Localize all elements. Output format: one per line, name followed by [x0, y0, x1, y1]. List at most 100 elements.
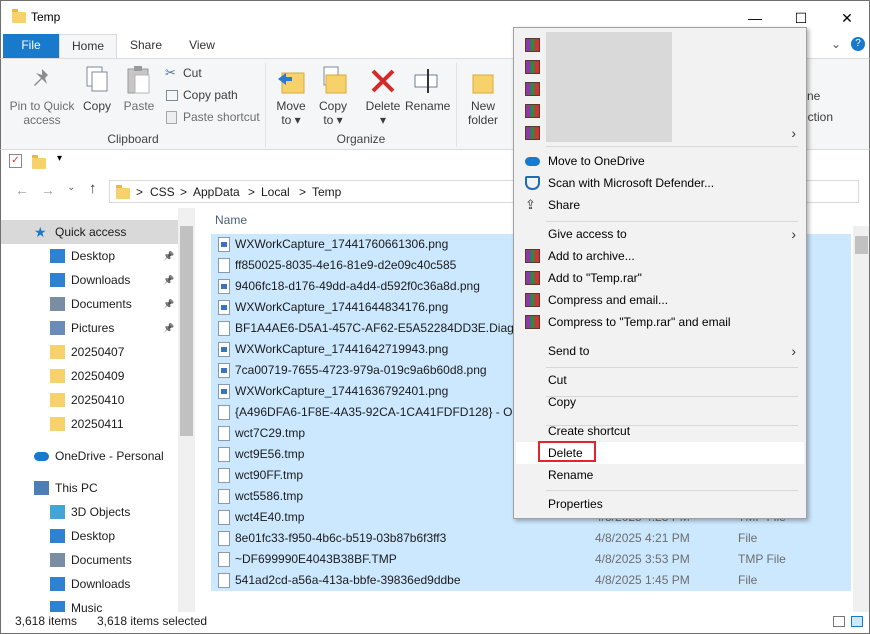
tab-share[interactable]: Share [121, 34, 171, 58]
nav-item[interactable]: 3D Objects [1, 500, 178, 524]
pin-label-2: access [23, 113, 61, 127]
nav-item[interactable]: This PC [1, 476, 178, 500]
tab-file[interactable]: File [3, 34, 59, 58]
tab-home[interactable]: Home [59, 34, 117, 59]
redacted-menu-item[interactable] [516, 100, 804, 122]
nav-item[interactable]: Downloads [1, 572, 178, 596]
menu-item-share[interactable]: ⇪ Share [516, 194, 804, 216]
nav-item[interactable]: Desktop 📌 [1, 244, 178, 268]
nav-item[interactable]: Documents [1, 548, 178, 572]
nav-item-label: Documents [71, 297, 132, 311]
properties-icon[interactable]: ✓ [9, 154, 22, 168]
menu-item-copy[interactable]: Copy [516, 391, 804, 413]
folder-icon [116, 185, 130, 199]
nav-item[interactable]: OneDrive - Personal [1, 444, 178, 468]
menu-item-label: Move to OneDrive [548, 154, 645, 168]
breadcrumb-appdata[interactable]: AppData [193, 185, 240, 199]
image-file-icon [218, 237, 230, 252]
copy-to-button[interactable]: Copy to ▾ [313, 63, 353, 133]
pc-icon [34, 481, 49, 495]
pin-icon[interactable]: 📌 [163, 268, 174, 292]
copy-path-button[interactable]: Copy path [163, 87, 263, 105]
menu-item-cut[interactable]: Cut [516, 369, 804, 391]
column-header-name[interactable]: Name [215, 213, 247, 227]
nav-item[interactable]: Desktop [1, 524, 178, 548]
menu-item-add-to-archive[interactable]: Add to archive... [516, 245, 804, 267]
copy-label: Copy [82, 99, 111, 113]
nav-item-label: 20250409 [71, 369, 125, 383]
nav-item[interactable]: 20250409 [1, 364, 178, 388]
customize-toolbar-icon[interactable]: ▾ [57, 153, 62, 164]
menu-item-send-to[interactable]: Send to › [516, 340, 804, 362]
menu-item-label: Add to "Temp.rar" [548, 271, 642, 285]
desktop-icon [50, 529, 65, 543]
close-button[interactable]: ✕ [824, 1, 870, 35]
redacted-menu-item[interactable] [516, 78, 804, 100]
new-folder-button[interactable]: New folder [461, 63, 505, 133]
winrar-icon [525, 104, 540, 118]
shield-icon [525, 176, 540, 190]
menu-item-add-to-temp-rar[interactable]: Add to "Temp.rar" [516, 267, 804, 289]
paste-shortcut-button[interactable]: Paste shortcut [163, 109, 263, 127]
rename-button[interactable]: Rename [405, 63, 450, 119]
ribbon-collapse-icon[interactable]: ⌄ [831, 37, 841, 51]
nav-item[interactable]: ★ Quick access [1, 220, 178, 244]
recent-locations-icon[interactable]: ⌄ [67, 182, 75, 193]
nav-item[interactable]: 20250407 [1, 340, 178, 364]
redacted-menu-item[interactable] [516, 56, 804, 78]
menu-item-scan-with-microsoft-defender[interactable]: Scan with Microsoft Defender... [516, 172, 804, 194]
folder-icon[interactable] [32, 155, 46, 169]
file-row[interactable]: ~DF699990E4043B38BF.TMP 4/8/2025 3:53 PM T… [211, 549, 851, 570]
nav-item[interactable]: Downloads 📌 [1, 268, 178, 292]
pin-to-quick-access-button[interactable]: Pin to Quick access [7, 63, 77, 129]
redacted-menu-item[interactable]: › [516, 122, 804, 144]
forward-icon[interactable]: → [41, 182, 55, 198]
menu-item-properties[interactable]: Properties [516, 493, 804, 515]
large-icons-view-icon[interactable] [851, 616, 863, 627]
help-icon[interactable]: ? [851, 37, 865, 51]
menu-item-compress-and-email[interactable]: Compress and email... [516, 289, 804, 311]
nav-item[interactable]: 20250410 [1, 388, 178, 412]
menu-item-rename[interactable]: Rename [516, 464, 804, 486]
copy-button[interactable]: Copy [79, 63, 115, 119]
file-row[interactable]: 541ad2cd-a56a-413a-bbfe-39836ed9ddbe 4/8/… [211, 570, 851, 591]
delete-ribbon-button[interactable]: Delete ▾ [361, 63, 405, 133]
breadcrumb-separator: > [248, 185, 256, 199]
menu-item-move-to-onedrive[interactable]: Move to OneDrive [516, 150, 804, 172]
menu-item-give-access-to[interactable]: Give access to › [516, 223, 804, 245]
nav-item[interactable]: Pictures 📌 [1, 316, 178, 340]
scrollbar-thumb[interactable] [855, 236, 868, 254]
move-to-button[interactable]: Move to ▾ [271, 63, 311, 133]
tab-view[interactable]: View [177, 34, 227, 58]
file-date: 4/8/2025 3:53 PM [595, 552, 690, 566]
paste-button[interactable]: Paste [119, 63, 159, 119]
file-row[interactable]: 8e01fc33-f950-4b6c-b519-03b87b6f3ff3 4/8/… [211, 528, 851, 549]
folder-icon [50, 369, 65, 383]
pin-icon[interactable]: 📌 [163, 316, 174, 340]
vertical-scrollbar[interactable] [853, 226, 869, 612]
file-name: 9406fc18-d176-49dd-a4d4-d592f0c36a8d.png [235, 279, 480, 293]
nav-scrollbar-thumb[interactable] [180, 226, 193, 436]
nav-item[interactable]: Music [1, 596, 178, 612]
breadcrumb-css[interactable]: CSS [150, 185, 175, 199]
back-icon[interactable]: ← [15, 182, 29, 198]
breadcrumb-local[interactable]: Local [261, 185, 290, 199]
menu-item-create-shortcut[interactable]: Create shortcut [516, 420, 804, 442]
copy-icon [86, 66, 108, 92]
cut-button[interactable]: ✂ Cut [163, 65, 263, 83]
details-view-icon[interactable] [833, 616, 845, 627]
delete-x-icon [371, 69, 395, 93]
breadcrumb-temp[interactable]: Temp [312, 185, 341, 199]
image-file-icon [218, 279, 230, 294]
nav-item[interactable]: Documents 📌 [1, 292, 178, 316]
nav-item-label: OneDrive - Personal [55, 449, 164, 463]
redacted-menu-item[interactable] [516, 34, 804, 56]
breadcrumb-separator: > [299, 185, 307, 199]
file-name: wct4E40.tmp [235, 510, 305, 524]
up-icon[interactable]: ↑ [89, 180, 97, 197]
file-type: TMP File [738, 552, 786, 566]
nav-item[interactable]: 20250411 [1, 412, 178, 436]
pin-icon[interactable]: 📌 [163, 244, 174, 268]
menu-item-compress-to-temp-rar-and-email[interactable]: Compress to "Temp.rar" and email [516, 311, 804, 333]
pin-icon[interactable]: 📌 [163, 292, 174, 316]
